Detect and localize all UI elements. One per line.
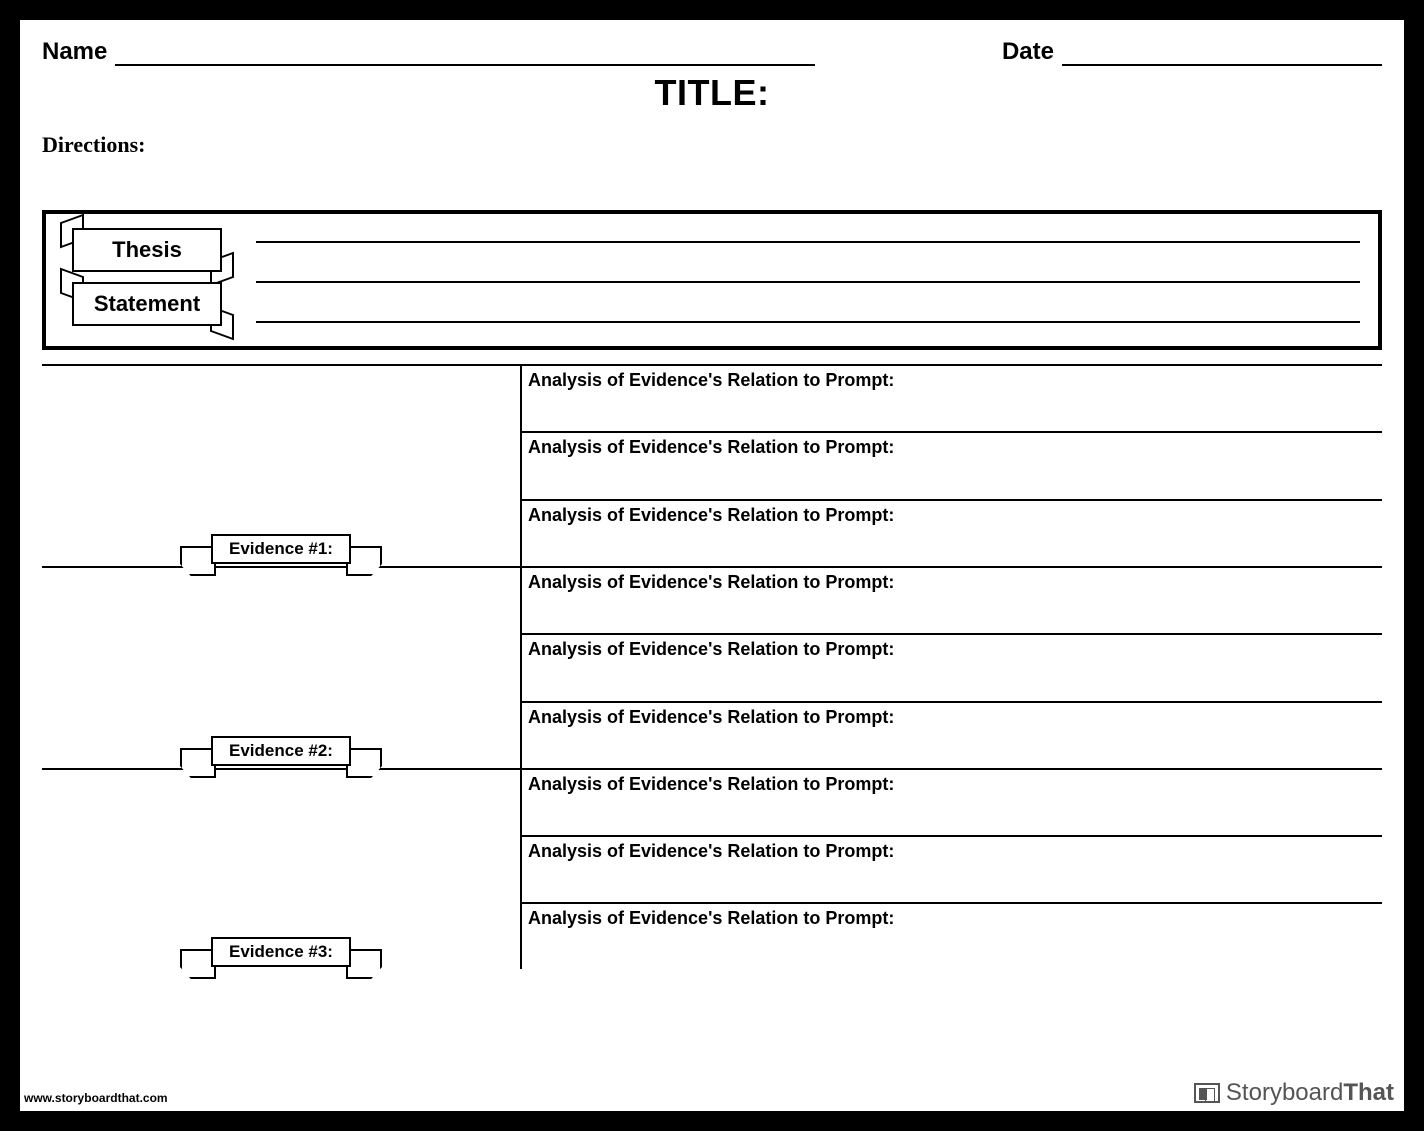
date-field[interactable]: Date [1002, 38, 1382, 66]
name-blank-line[interactable] [115, 40, 815, 66]
header-row: Name Date [42, 38, 1382, 66]
evidence-label: Evidence #1: [211, 534, 351, 564]
evidence-row: Evidence #2: Analysis of Evidence's Rela… [42, 568, 1382, 770]
footer-brand: StoryboardThat [1194, 1079, 1394, 1107]
evidence-right: Analysis of Evidence's Relation to Promp… [522, 568, 1382, 768]
analysis-cell[interactable]: Analysis of Evidence's Relation to Promp… [522, 703, 1382, 768]
thesis-banner: Thesis Statement [64, 228, 234, 326]
name-field[interactable]: Name [42, 38, 815, 66]
thesis-lines[interactable] [256, 231, 1360, 323]
evidence-row: Evidence #3: Analysis of Evidence's Rela… [42, 770, 1382, 969]
evidence-left-cell[interactable]: Evidence #1: [42, 366, 522, 566]
analysis-cell[interactable]: Analysis of Evidence's Relation to Promp… [522, 366, 1382, 433]
evidence-right: Analysis of Evidence's Relation to Promp… [522, 366, 1382, 566]
evidence-label: Evidence #3: [211, 937, 351, 967]
analysis-cell[interactable]: Analysis of Evidence's Relation to Promp… [522, 904, 1382, 969]
evidence-label: Evidence #2: [211, 736, 351, 766]
date-label: Date [1002, 38, 1054, 66]
evidence-left-cell[interactable]: Evidence #2: [42, 568, 522, 768]
evidence-grid: Evidence #1: Analysis of Evidence's Rela… [42, 364, 1382, 969]
evidence-plaque: Evidence #3: [186, 931, 376, 973]
thesis-line[interactable] [256, 311, 1360, 323]
evidence-plaque: Evidence #2: [186, 730, 376, 772]
analysis-cell[interactable]: Analysis of Evidence's Relation to Promp… [522, 635, 1382, 702]
thesis-banner-text-2: Statement [72, 282, 222, 326]
thesis-banner-bottom: Statement [72, 282, 222, 326]
evidence-row: Evidence #1: Analysis of Evidence's Rela… [42, 366, 1382, 568]
analysis-cell[interactable]: Analysis of Evidence's Relation to Promp… [522, 770, 1382, 837]
analysis-cell[interactable]: Analysis of Evidence's Relation to Promp… [522, 433, 1382, 500]
evidence-right: Analysis of Evidence's Relation to Promp… [522, 770, 1382, 969]
thesis-box: Thesis Statement [42, 210, 1382, 350]
worksheet-page: Name Date TITLE: Directions: Thesis Stat… [20, 20, 1404, 1111]
storyboard-logo-icon [1194, 1083, 1220, 1103]
thesis-line[interactable] [256, 271, 1360, 283]
brand-part-2: That [1343, 1079, 1394, 1106]
date-blank-line[interactable] [1062, 40, 1382, 66]
name-label: Name [42, 38, 107, 66]
evidence-plaque: Evidence #1: [186, 528, 376, 570]
evidence-left-cell[interactable]: Evidence #3: [42, 770, 522, 969]
analysis-cell[interactable]: Analysis of Evidence's Relation to Promp… [522, 568, 1382, 635]
thesis-line[interactable] [256, 231, 1360, 243]
page-title: TITLE: [42, 72, 1382, 114]
brand-part-1: Storyboard [1226, 1079, 1343, 1106]
thesis-banner-text-1: Thesis [72, 228, 222, 272]
analysis-cell[interactable]: Analysis of Evidence's Relation to Promp… [522, 837, 1382, 904]
directions-label: Directions: [42, 132, 1382, 158]
footer-url: www.storyboardthat.com [24, 1091, 168, 1105]
thesis-banner-top: Thesis [72, 228, 222, 272]
analysis-cell[interactable]: Analysis of Evidence's Relation to Promp… [522, 501, 1382, 566]
